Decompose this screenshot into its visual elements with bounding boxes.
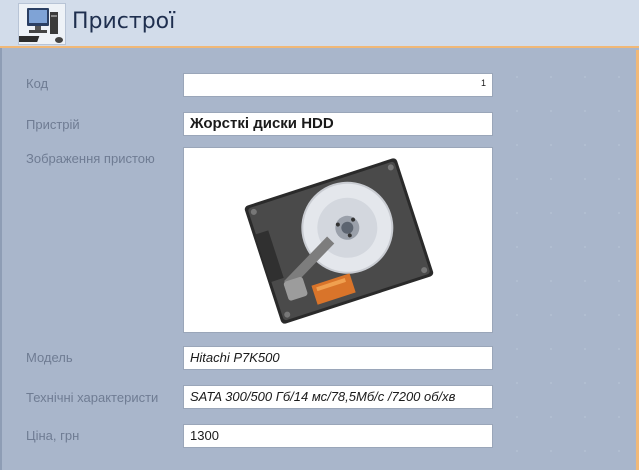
price-field[interactable]: 1300	[183, 424, 493, 448]
specs-field[interactable]: SATA 300/500 Гб/14 мс/78,5Мб/с /7200 об/…	[183, 385, 493, 409]
background-pattern	[500, 60, 630, 460]
device-field[interactable]: Жорсткі диски HDD	[183, 112, 493, 136]
code-label: Код	[26, 76, 49, 91]
device-image[interactable]	[183, 147, 493, 333]
code-field[interactable]: 1	[183, 73, 493, 97]
model-label: Модель	[26, 350, 73, 365]
form-header: Пристрої	[0, 0, 639, 48]
specs-label: Технічні характеристи	[26, 390, 159, 405]
hard-disk-drive-icon	[244, 158, 434, 324]
model-field[interactable]: Hitachi P7K500	[183, 346, 493, 370]
price-label: Ціна, грн	[26, 428, 80, 443]
device-label: Пристрій	[26, 117, 80, 132]
image-label: Зображення пристою	[26, 151, 155, 166]
page-title: Пристрої	[72, 9, 176, 34]
computer-icon	[18, 3, 66, 45]
